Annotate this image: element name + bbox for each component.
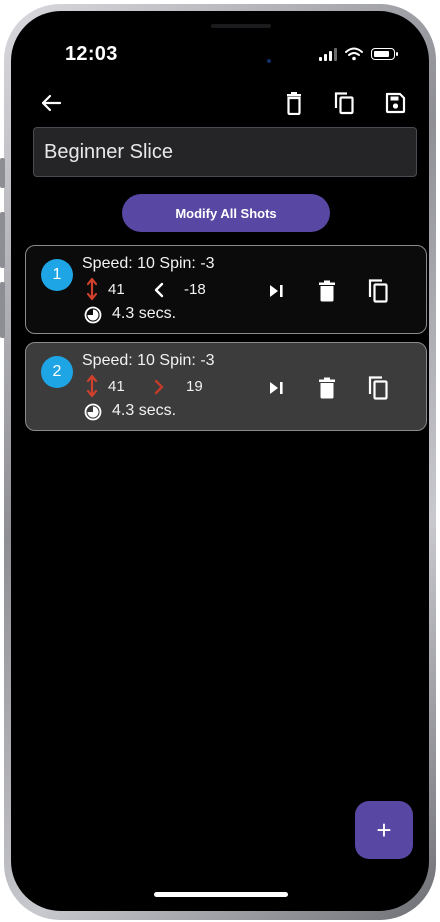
- shot-number-badge: 1: [41, 259, 73, 291]
- skip-to-shot-icon[interactable]: [266, 279, 286, 303]
- signal-icon: [319, 47, 337, 61]
- wifi-icon: [345, 47, 363, 61]
- shot-card-1[interactable]: 1 Speed: 10 Spin: -3 41 -18 4.3 secs.: [25, 245, 427, 334]
- speaker-notch: [211, 24, 271, 28]
- phone-volume-down-button: [0, 282, 5, 338]
- shot-direction-value: -18: [184, 281, 206, 298]
- delete-shot-icon[interactable]: [317, 376, 337, 400]
- shot-direction-value: 19: [186, 378, 203, 395]
- shot-elevation-value: 41: [108, 378, 125, 395]
- add-shot-button[interactable]: +: [355, 801, 413, 859]
- chevron-left-icon: [154, 282, 164, 298]
- copy-icon[interactable]: [331, 90, 357, 116]
- app-screen: 12:03 Beginner Slice Modify All Shots 1 …: [11, 11, 429, 911]
- shot-speed-spin: Speed: 10 Spin: -3: [82, 255, 215, 272]
- battery-icon: [371, 48, 398, 60]
- shot-number-badge: 2: [41, 356, 73, 388]
- status-icons: [319, 47, 398, 61]
- duplicate-shot-icon[interactable]: [366, 279, 390, 303]
- duplicate-shot-icon[interactable]: [366, 376, 390, 400]
- phone-volume-up-button: [0, 212, 5, 268]
- home-indicator[interactable]: [154, 892, 288, 897]
- shot-card-2[interactable]: 2 Speed: 10 Spin: -3 41 19 4.3 secs.: [25, 342, 427, 431]
- modify-all-shots-button[interactable]: Modify All Shots: [122, 194, 330, 232]
- shot-duration: 4.3 secs.: [112, 305, 177, 322]
- timer-icon: [84, 403, 102, 421]
- delete-shot-icon[interactable]: [317, 279, 337, 303]
- status-time: 12:03: [65, 43, 118, 65]
- shot-elevation-value: 41: [108, 281, 125, 298]
- back-arrow-icon[interactable]: [38, 90, 64, 116]
- save-icon[interactable]: [382, 90, 408, 116]
- shot-speed-spin: Speed: 10 Spin: -3: [82, 352, 215, 369]
- shot-duration: 4.3 secs.: [112, 402, 177, 419]
- skip-to-shot-icon[interactable]: [266, 376, 286, 400]
- trash-icon[interactable]: [281, 90, 307, 116]
- phone-side-button: [0, 158, 5, 188]
- timer-icon: [84, 306, 102, 324]
- elevation-icon: [86, 374, 98, 398]
- elevation-icon: [86, 277, 98, 301]
- chevron-right-icon: [154, 379, 164, 395]
- status-indicator-dot: [267, 59, 271, 63]
- routine-name-field[interactable]: Beginner Slice: [33, 127, 417, 177]
